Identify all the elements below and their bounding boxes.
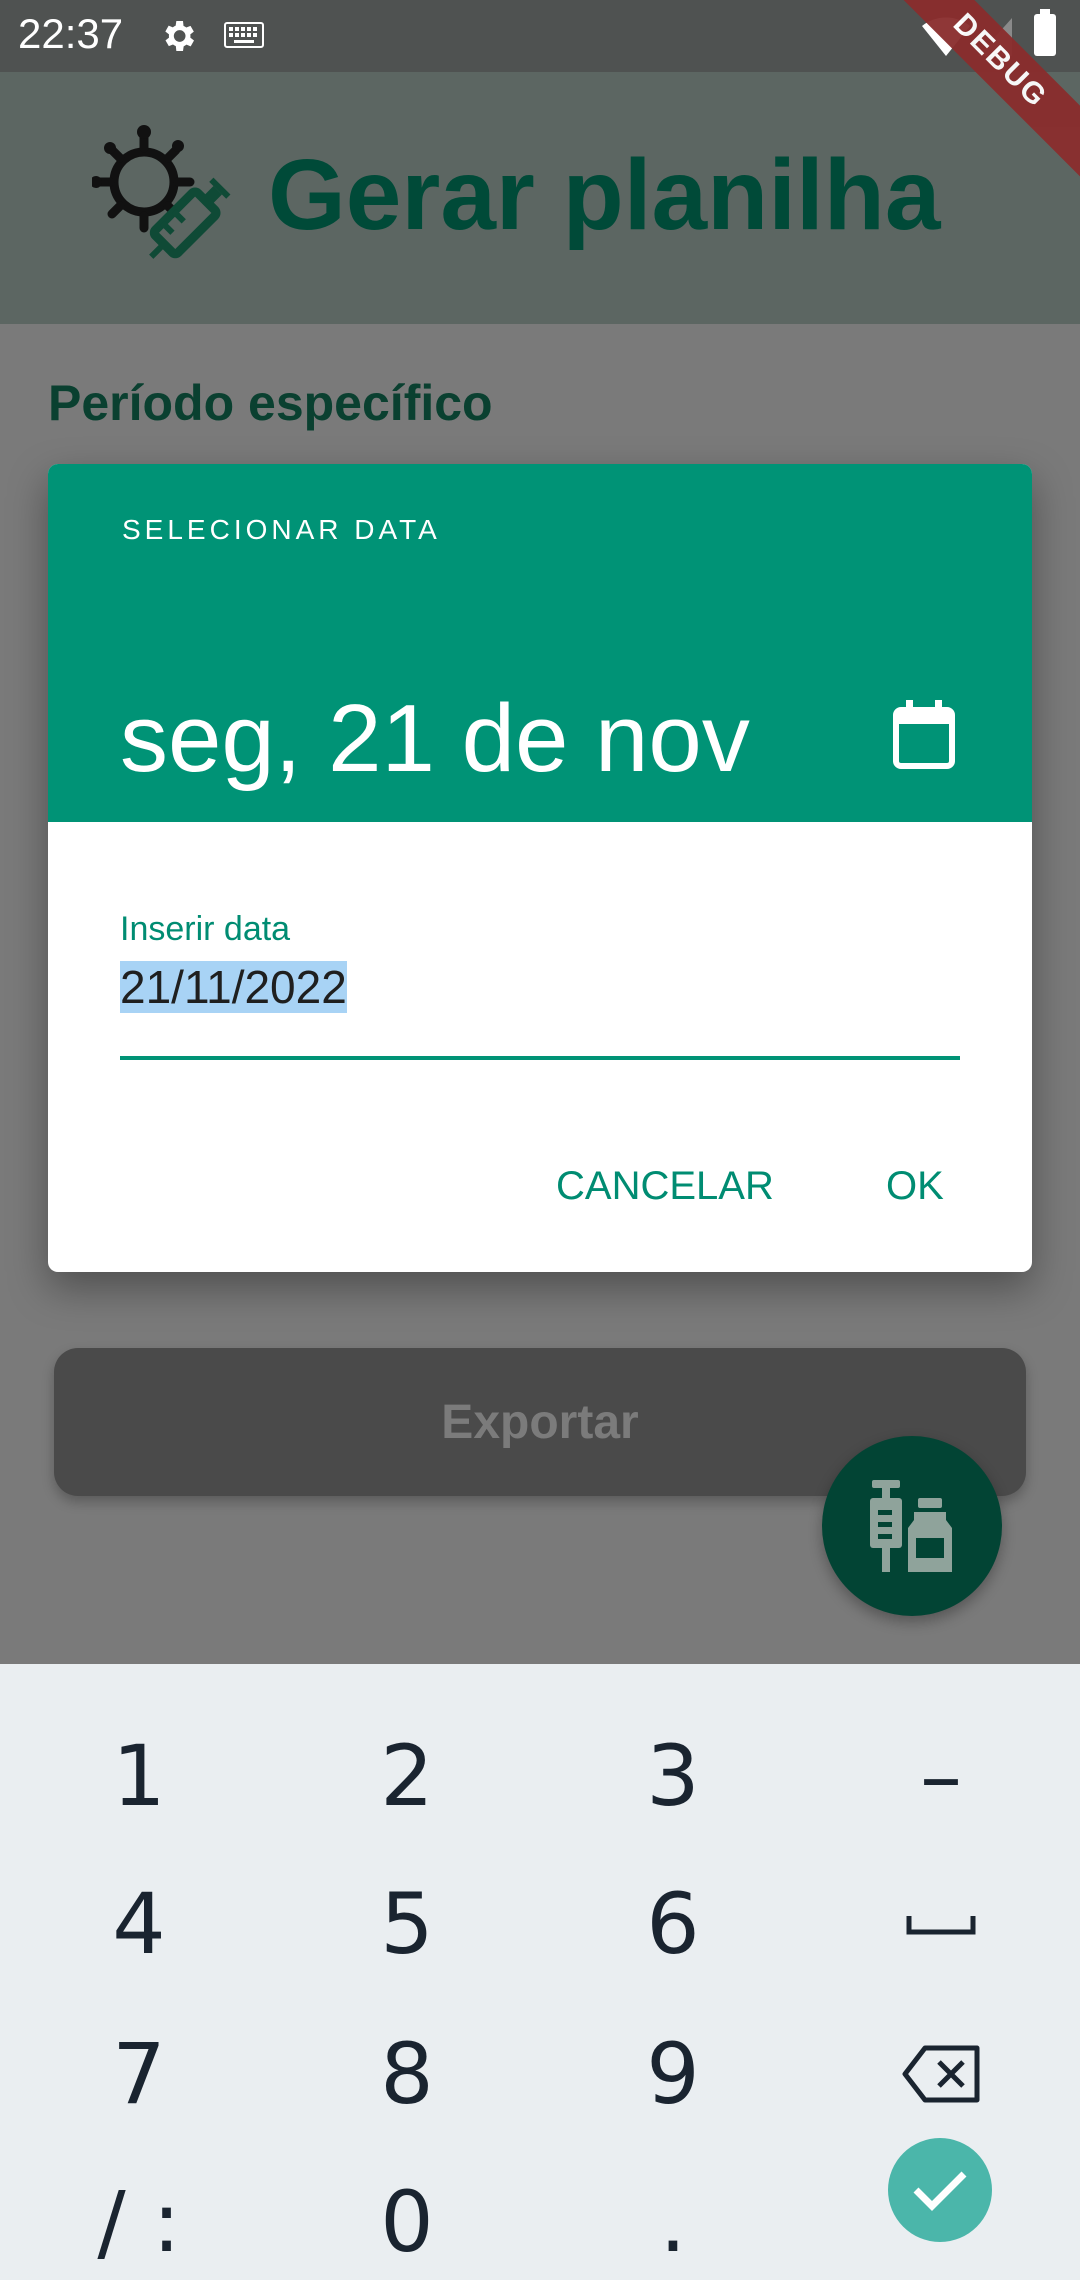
key-9[interactable]: 9 <box>568 2004 778 2144</box>
app-title: Gerar planilha <box>268 139 941 251</box>
date-input-field[interactable]: 21/11/2022 <box>120 960 347 1014</box>
key-7[interactable]: 7 <box>34 2004 244 2144</box>
syringe-vial-icon <box>870 1480 952 1572</box>
vaccine-fab[interactable] <box>822 1436 1002 1616</box>
dialog-header: SELECIONAR DATA seg, 21 de nov <box>48 464 1032 822</box>
section-title: Período específico <box>48 375 493 431</box>
dialog-overline: SELECIONAR DATA <box>122 514 441 545</box>
selected-date: seg, 21 de nov <box>120 685 750 792</box>
key-2[interactable]: 2 <box>302 1706 512 1846</box>
cancel-button[interactable]: CANCELAR <box>548 1164 782 1209</box>
check-icon <box>913 2171 967 2211</box>
key-5[interactable]: 5 <box>302 1854 512 1994</box>
key-period[interactable]: . <box>568 2152 778 2292</box>
keyboard-icon <box>224 22 264 48</box>
key-8[interactable]: 8 <box>302 2004 512 2144</box>
status-time: 22:37 <box>18 10 124 57</box>
date-input-value: 21/11/2022 <box>120 961 347 1013</box>
key-dash[interactable]: – <box>836 1706 1046 1846</box>
virus-syringe-icon <box>92 125 231 259</box>
settings-icon <box>165 21 194 51</box>
key-slash-colon[interactable]: / : <box>34 2152 244 2292</box>
export-button-label: Exportar <box>441 1395 639 1449</box>
key-space[interactable] <box>836 1854 1046 1994</box>
date-input-underline <box>120 1056 960 1060</box>
battery-icon <box>1034 9 1056 56</box>
backspace-icon <box>902 2045 980 2103</box>
numeric-keyboard: 1 2 3 – 4 5 6 7 8 9 / : 0 . <box>0 1664 1080 2280</box>
key-0[interactable]: 0 <box>302 2152 512 2292</box>
key-1[interactable]: 1 <box>34 1706 244 1846</box>
space-icon <box>906 1916 976 1935</box>
key-6[interactable]: 6 <box>568 1854 778 1994</box>
enter-key[interactable] <box>888 2138 992 2242</box>
date-input-label: Inserir data <box>120 910 291 948</box>
ok-button[interactable]: OK <box>878 1164 952 1209</box>
calendar-icon[interactable] <box>892 700 956 770</box>
date-picker-dialog: SELECIONAR DATA seg, 21 de nov Inserir d… <box>48 464 1032 1272</box>
key-3[interactable]: 3 <box>568 1706 778 1846</box>
key-backspace[interactable] <box>836 2004 1046 2144</box>
key-4[interactable]: 4 <box>34 1854 244 1994</box>
